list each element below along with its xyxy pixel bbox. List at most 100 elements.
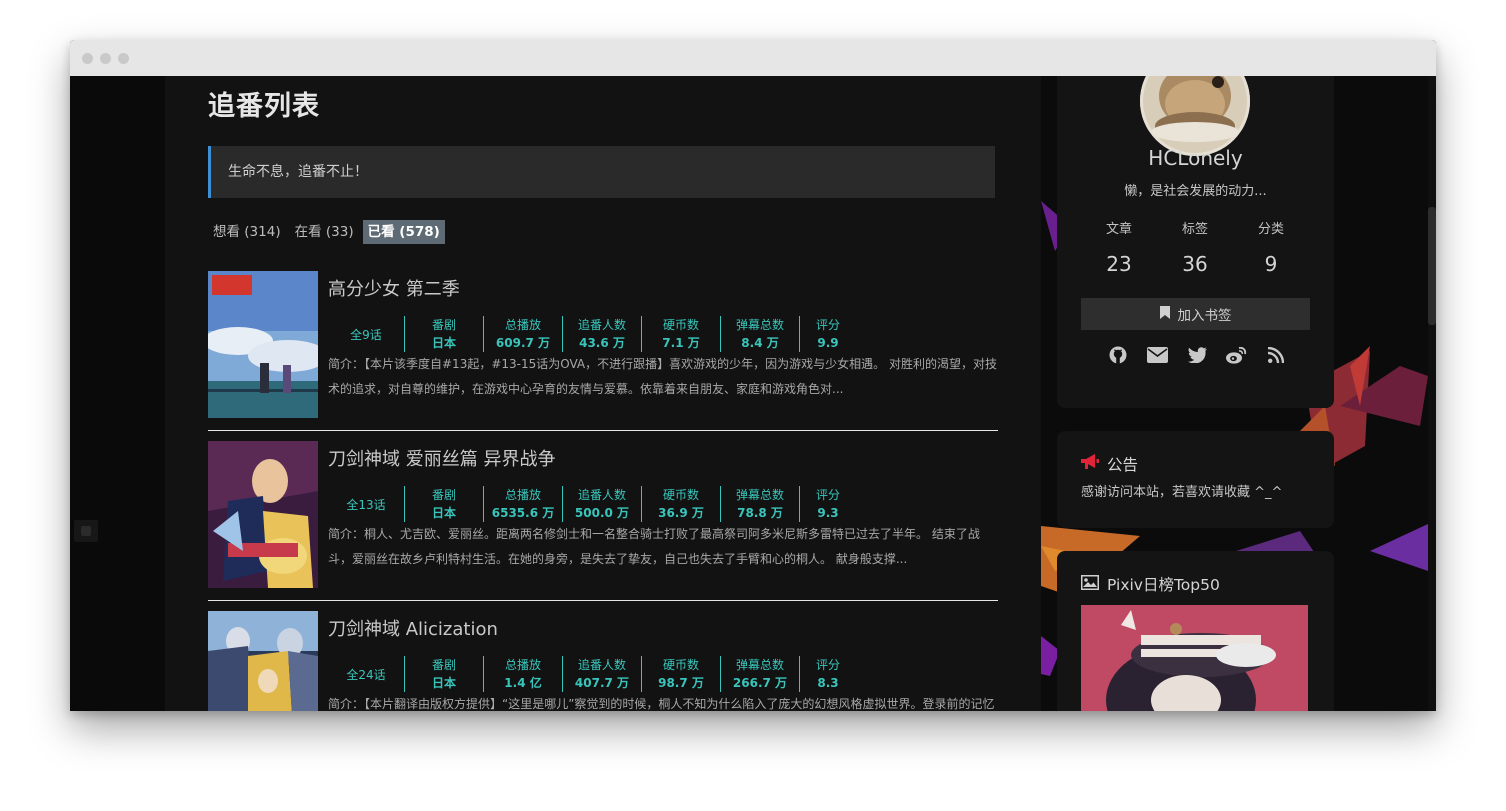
tab-watching[interactable]: 在看 (33) bbox=[290, 220, 359, 244]
author-name[interactable]: HCLonely bbox=[1057, 146, 1334, 170]
main-content: 追番列表 生命不息，追番不止！ 想看 (314) 在看 (33) 已看 (578… bbox=[165, 76, 1041, 711]
announcement-title: 公告 bbox=[1107, 456, 1139, 474]
stat-play: 总播放 609.7 万 bbox=[484, 316, 563, 352]
stat-label: 总播放 bbox=[504, 658, 541, 672]
item-divider bbox=[208, 600, 998, 601]
episode-count: 全9话 bbox=[328, 316, 405, 352]
megaphone-icon bbox=[1081, 454, 1099, 474]
side-toggle-button[interactable] bbox=[74, 520, 98, 542]
counter-articles[interactable]: 文章 23 bbox=[1081, 220, 1157, 276]
stat-label: 追番人数 bbox=[577, 318, 626, 332]
item-divider bbox=[208, 430, 998, 431]
page-title: 追番列表 bbox=[208, 91, 320, 122]
social-links bbox=[1107, 344, 1287, 366]
bookmark-label: 加入书签 bbox=[1177, 308, 1232, 324]
stat-area: 番剧 日本 bbox=[405, 316, 484, 352]
bangumi-list: 高分少女 第二季 全9话 番剧 日本 总播放 609.7 万 追番人数 43.6 万 … bbox=[208, 271, 998, 711]
stat-value: 609.7 万 bbox=[495, 336, 551, 350]
bangumi-title[interactable]: 刀剑神域 Alicization bbox=[328, 615, 498, 641]
stat-value: 266.7 万 bbox=[732, 676, 788, 690]
tab-want-to-watch[interactable]: 想看 (314) bbox=[208, 220, 286, 244]
browser-window: 追番列表 生命不息，追番不止！ 想看 (314) 在看 (33) 已看 (578… bbox=[70, 40, 1436, 711]
announcement-card: 公告 感谢访问本站，若喜欢请收藏 ^_^ bbox=[1057, 431, 1334, 528]
stat-follow: 追番人数 407.7 万 bbox=[563, 656, 642, 692]
window-close-dot[interactable] bbox=[82, 53, 93, 64]
pixiv-ranking-card: Pixiv日榜Top50 bbox=[1057, 551, 1334, 711]
scrollbar-track[interactable] bbox=[1428, 76, 1436, 711]
stat-play: 总播放 6535.6 万 bbox=[484, 486, 563, 522]
window-minimize-dot[interactable] bbox=[100, 53, 111, 64]
bangumi-item: 刀剑神域 爱丽丝篇 异界战争 全13话 番剧日本 总播放 6535.6 万 追番人… bbox=[208, 441, 998, 611]
bangumi-item: 高分少女 第二季 全9话 番剧 日本 总播放 609.7 万 追番人数 43.6 万 … bbox=[208, 271, 998, 441]
stat-value: 500.0 万 bbox=[574, 506, 630, 520]
tab-watched[interactable]: 已看 (578) bbox=[362, 220, 445, 244]
page-viewport: 追番列表 生命不息，追番不止！ 想看 (314) 在看 (33) 已看 (578… bbox=[70, 76, 1436, 711]
bangumi-stats: 全9话 番剧 日本 总播放 609.7 万 追番人数 43.6 万 硬币数 7.1 万 … bbox=[328, 316, 856, 352]
stat-danmaku: 弹幕总数 8.4 万 bbox=[721, 316, 800, 352]
stat-label: 评分 bbox=[815, 488, 840, 502]
stat-value: 36.9 万 bbox=[658, 506, 704, 520]
stat-area: 番剧 日本 bbox=[405, 656, 484, 692]
stat-value: 日本 bbox=[431, 336, 456, 350]
twitter-icon[interactable] bbox=[1186, 344, 1208, 366]
window-titlebar bbox=[70, 40, 1436, 76]
stat-value: 8.3 bbox=[817, 676, 839, 690]
stat-coin: 硬币数 7.1 万 bbox=[642, 316, 721, 352]
stat-label: 硬币数 bbox=[662, 318, 699, 332]
profile-card: HCLonely 懒，是社会发展的动力... 文章 23 标签 36 分类 9 bbox=[1057, 76, 1334, 408]
counter-tags[interactable]: 标签 36 bbox=[1157, 220, 1233, 276]
bangumi-title[interactable]: 高分少女 第二季 bbox=[328, 275, 460, 301]
scrollbar-thumb[interactable] bbox=[1428, 207, 1436, 325]
site-counters: 文章 23 标签 36 分类 9 bbox=[1081, 220, 1309, 276]
stat-play: 总播放 1.4 亿 bbox=[484, 656, 563, 692]
bookmark-button[interactable]: 加入书签 bbox=[1081, 298, 1310, 330]
stat-value: 8.4 万 bbox=[741, 336, 779, 350]
stat-score: 评分 8.3 bbox=[800, 656, 856, 692]
counter-label: 文章 bbox=[1105, 222, 1132, 237]
counter-value: 23 bbox=[1106, 252, 1132, 276]
bangumi-description: 简介：【本片翻译由版权方提供】“这里是哪儿”察觉到的时候，桐人不知为什么陷入了庞… bbox=[328, 697, 995, 711]
rss-icon[interactable] bbox=[1265, 344, 1287, 366]
episode-count: 全24话 bbox=[328, 656, 405, 692]
stat-label: 追番人数 bbox=[577, 658, 626, 672]
pixiv-artwork[interactable] bbox=[1081, 605, 1308, 711]
bangumi-description: 简介：桐人、尤吉欧、爱丽丝。距离两名修剑士和一名整合骑士打败了最高祭司阿多米尼斯… bbox=[328, 527, 980, 566]
bangumi-cover[interactable] bbox=[208, 271, 318, 418]
bangumi-cover[interactable] bbox=[208, 611, 318, 711]
window-zoom-dot[interactable] bbox=[118, 53, 129, 64]
bangumi-description: 简介：【本片该季度自#13起，#13-15话为OVA，不进行跟播】喜欢游戏的少年… bbox=[328, 357, 997, 396]
counter-value: 36 bbox=[1182, 252, 1208, 276]
stat-value: 7.1 万 bbox=[662, 336, 700, 350]
weibo-icon[interactable] bbox=[1226, 344, 1248, 366]
stat-danmaku: 弹幕总数 266.7 万 bbox=[721, 656, 800, 692]
stat-value: 1.4 亿 bbox=[504, 676, 542, 690]
email-icon[interactable] bbox=[1147, 344, 1169, 366]
stat-value: 78.8 万 bbox=[737, 506, 783, 520]
stat-label: 硬币数 bbox=[662, 488, 699, 502]
stat-value: 43.6 万 bbox=[579, 336, 625, 350]
bangumi-stats: 全24话 番剧 日本 总播放 1.4 亿 追番人数 407.7 万 硬币数 98.7 万… bbox=[328, 656, 856, 692]
bangumi-title[interactable]: 刀剑神域 爱丽丝篇 异界战争 bbox=[328, 445, 555, 471]
stat-label: 总播放 bbox=[504, 488, 541, 502]
stat-label: 追番人数 bbox=[577, 488, 626, 502]
stat-score: 评分 9.9 bbox=[800, 316, 856, 352]
bangumi-cover[interactable] bbox=[208, 441, 318, 588]
bangumi-item: 刀剑神域 Alicization 全24话 番剧 日本 总播放 1.4 亿 追番人数… bbox=[208, 611, 998, 711]
episode-count: 全13话 bbox=[328, 486, 405, 522]
stat-value: 日本 bbox=[431, 506, 456, 520]
stat-label: 番剧 bbox=[431, 318, 456, 332]
avatar[interactable] bbox=[1140, 76, 1250, 156]
announcement-header: 公告 bbox=[1081, 453, 1138, 475]
author-description: 懒，是社会发展的动力... bbox=[1124, 184, 1267, 199]
left-gutter bbox=[70, 76, 165, 711]
pixiv-title: Pixiv日榜Top50 bbox=[1107, 576, 1220, 594]
stat-value: 6535.6 万 bbox=[491, 506, 555, 520]
image-icon bbox=[1081, 574, 1099, 594]
counter-categories[interactable]: 分类 9 bbox=[1233, 220, 1309, 276]
pixiv-header: Pixiv日榜Top50 bbox=[1081, 573, 1220, 595]
stat-label: 番剧 bbox=[431, 488, 456, 502]
stat-follow: 追番人数 43.6 万 bbox=[563, 316, 642, 352]
bangumi-stats: 全13话 番剧日本 总播放 6535.6 万 追番人数 500.0 万 硬币数 36.… bbox=[328, 486, 856, 522]
status-tabs: 想看 (314) 在看 (33) 已看 (578) bbox=[208, 220, 445, 244]
github-icon[interactable] bbox=[1107, 344, 1129, 366]
